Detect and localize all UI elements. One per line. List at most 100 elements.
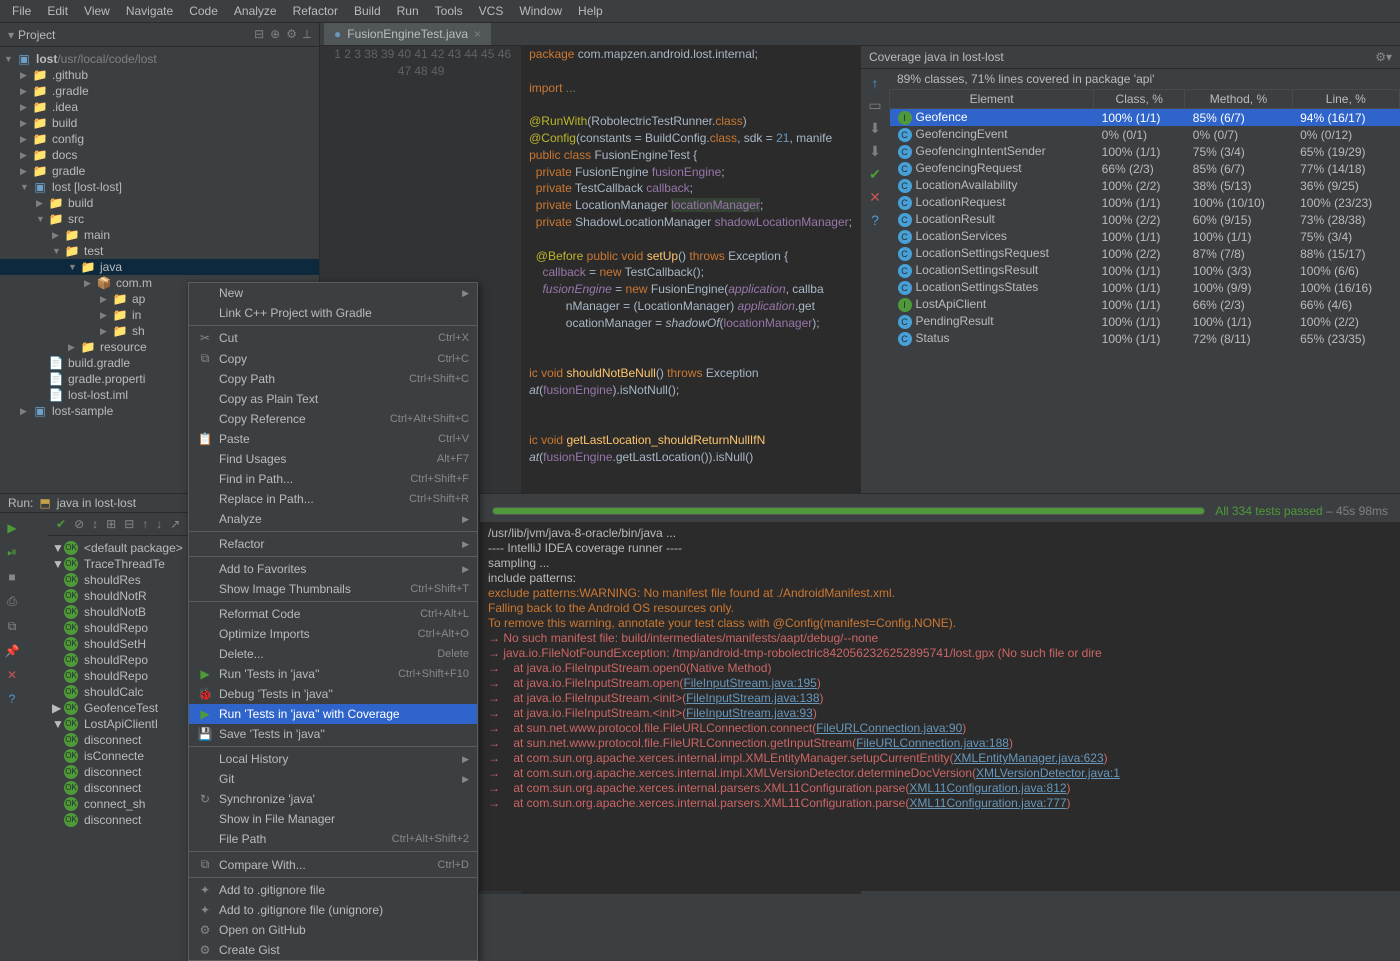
collapse-icon[interactable]: ⊟ (254, 27, 264, 42)
tree-item[interactable]: ▶📁build (0, 115, 319, 131)
coverage-row[interactable]: CLocationRequest100% (1/1)100% (10/10)10… (890, 194, 1400, 211)
hide-icon[interactable]: ⟂ (303, 27, 311, 42)
export-icon[interactable]: ⬇ (869, 120, 881, 137)
export-icon[interactable]: ↗ (170, 517, 180, 531)
tree-item[interactable]: ▶📁main (0, 227, 319, 243)
menu-item-open-on-github[interactable]: ⚙Open on GitHub (189, 920, 477, 940)
menu-item-debug-tests-in-java-[interactable]: 🐞Debug 'Tests in 'java'' (189, 684, 477, 704)
close-icon[interactable]: × (474, 27, 481, 41)
export2-icon[interactable]: ⬇ (869, 143, 881, 160)
coverage-table[interactable]: ElementClass, %Method, %Line, %IGeofence… (889, 89, 1400, 347)
tree-item[interactable]: ▶📁gradle (0, 163, 319, 179)
help-icon[interactable]: ? (9, 692, 16, 706)
stop-icon[interactable]: ■ (8, 570, 15, 584)
context-menu[interactable]: New▶Link C++ Project with Gradle ✂CutCtrl… (188, 282, 478, 961)
menu-item-cut[interactable]: ✂CutCtrl+X (189, 328, 477, 348)
menu-run[interactable]: Run (391, 2, 425, 20)
tree-item[interactable]: ▶📁.idea (0, 99, 319, 115)
menu-item-copy[interactable]: ⧉CopyCtrl+C (189, 348, 477, 369)
menu-build[interactable]: Build (348, 2, 387, 20)
menu-window[interactable]: Window (513, 2, 568, 20)
help-icon[interactable]: ? (871, 212, 879, 228)
menu-item-show-image-thumbnails[interactable]: Show Image ThumbnailsCtrl+Shift+T (189, 579, 477, 599)
filter-passed-icon[interactable]: ✔ (56, 517, 66, 531)
menu-item-synchronize-java-[interactable]: ↻Synchronize 'java' (189, 789, 477, 809)
next-icon[interactable]: ↓ (156, 517, 162, 531)
coverage-row[interactable]: CPendingResult100% (1/1)100% (1/1)100% (… (890, 313, 1400, 330)
project-dropdown-icon[interactable]: ▾ (8, 28, 14, 42)
menu-item-file-path[interactable]: File PathCtrl+Alt+Shift+2 (189, 829, 477, 849)
menu-item-save-tests-in-java-[interactable]: 💾Save 'Tests in 'java'' (189, 724, 477, 744)
gear-icon[interactable]: ⚙ (286, 27, 297, 42)
coverage-row[interactable]: CLocationSettingsStates100% (1/1)100% (9… (890, 279, 1400, 296)
coverage-row[interactable]: CGeofencingIntentSender100% (1/1)75% (3/… (890, 143, 1400, 160)
close-icon[interactable]: ✕ (7, 668, 17, 682)
filter-ignored-icon[interactable]: ⊘ (74, 517, 84, 531)
menu-item-copy-as-plain-text[interactable]: Copy as Plain Text (189, 389, 477, 409)
sort-icon[interactable]: ↕ (92, 517, 98, 531)
menu-item-delete-[interactable]: Delete...Delete (189, 644, 477, 664)
coverage-row[interactable]: IGeofence100% (1/1)85% (6/7)94% (16/17) (890, 109, 1400, 127)
tree-item[interactable]: ▼📁java (0, 259, 319, 275)
tree-item[interactable]: ▶📁.gradle (0, 83, 319, 99)
menu-item-create-gist[interactable]: ⚙Create Gist (189, 940, 477, 960)
rerun-icon[interactable]: ▶ (7, 521, 16, 535)
coverage-row[interactable]: CLocationAvailability100% (2/2)38% (5/13… (890, 177, 1400, 194)
layout-icon[interactable]: ⧉ (8, 619, 17, 634)
menu-item-copy-reference[interactable]: Copy ReferenceCtrl+Alt+Shift+C (189, 409, 477, 429)
tree-item[interactable]: ▶📁docs (0, 147, 319, 163)
coverage-row[interactable]: CGeofencingEvent0% (0/1)0% (0/7)0% (0/12… (890, 126, 1400, 143)
tick-icon[interactable]: ✔ (869, 166, 881, 183)
flat-icon[interactable]: ▭ (868, 97, 881, 114)
menu-item-local-history[interactable]: Local History▶ (189, 749, 477, 769)
menu-refactor[interactable]: Refactor (287, 2, 344, 20)
menu-item-link-c-project-with-gradle[interactable]: Link C++ Project with Gradle (189, 303, 477, 323)
tree-root[interactable]: ▼▣lost /usr/local/code/lost (0, 51, 319, 67)
coverage-row[interactable]: CLocationSettingsResult100% (1/1)100% (3… (890, 262, 1400, 279)
collapse-icon[interactable]: ⊟ (124, 517, 134, 531)
tree-item[interactable]: ▼📁src (0, 211, 319, 227)
menu-help[interactable]: Help (572, 2, 609, 20)
menu-item-optimize-imports[interactable]: Optimize ImportsCtrl+Alt+O (189, 624, 477, 644)
coverage-row[interactable]: CLocationServices100% (1/1)100% (1/1)75%… (890, 228, 1400, 245)
expand-icon[interactable]: ⊞ (106, 517, 116, 531)
menu-code[interactable]: Code (183, 2, 224, 20)
close-icon[interactable]: ✕ (869, 189, 881, 206)
menu-item-add-to-gitignore-file[interactable]: ✦Add to .gitignore file (189, 880, 477, 900)
tree-item[interactable]: ▶📁build (0, 195, 319, 211)
console-output[interactable]: /usr/lib/jvm/java-8-oracle/bin/java ...-… (480, 522, 1400, 891)
dump-icon[interactable]: ⎙ (7, 594, 17, 609)
menu-item-show-in-file-manager[interactable]: Show in File Manager (189, 809, 477, 829)
tree-item[interactable]: ▶📁config (0, 131, 319, 147)
menu-analyze[interactable]: Analyze (228, 2, 283, 20)
coverage-row[interactable]: CLocationSettingsRequest100% (2/2)87% (7… (890, 245, 1400, 262)
menu-item-add-to-favorites[interactable]: Add to Favorites▶ (189, 559, 477, 579)
coverage-row[interactable]: CGeofencingRequest66% (2/3)85% (6/7)77% … (890, 160, 1400, 177)
editor-tab-bar[interactable]: ● FusionEngineTest.java × (320, 23, 1400, 46)
menu-item-new[interactable]: New▶ (189, 283, 477, 303)
tree-item[interactable]: ▶📁.github (0, 67, 319, 83)
up-arrow-icon[interactable]: ↑ (872, 75, 879, 91)
prev-icon[interactable]: ↑ (142, 517, 148, 531)
coverage-row[interactable]: CStatus100% (1/1)72% (8/11)65% (23/35) (890, 330, 1400, 347)
gear-icon[interactable]: ⚙▾ (1375, 50, 1392, 64)
menu-item-reformat-code[interactable]: Reformat CodeCtrl+Alt+L (189, 604, 477, 624)
menu-item-add-to-gitignore-file-unignore-[interactable]: ✦Add to .gitignore file (unignore) (189, 900, 477, 920)
tree-item[interactable]: ▼▣lost [lost-lost] (0, 179, 319, 195)
menu-edit[interactable]: Edit (41, 2, 74, 20)
menu-item-replace-in-path-[interactable]: Replace in Path...Ctrl+Shift+R (189, 489, 477, 509)
menubar[interactable]: FileEditViewNavigateCodeAnalyzeRefactorB… (0, 0, 1400, 23)
menu-item-compare-with-[interactable]: ⧉Compare With...Ctrl+D (189, 854, 477, 875)
editor-tab[interactable]: ● FusionEngineTest.java × (324, 23, 491, 45)
menu-item-analyze[interactable]: Analyze▶ (189, 509, 477, 529)
menu-item-copy-path[interactable]: Copy PathCtrl+Shift+C (189, 369, 477, 389)
menu-item-run-tests-in-java-with-coverage[interactable]: ▶Run 'Tests in 'java'' with Coverage (189, 704, 477, 724)
menu-tools[interactable]: Tools (429, 2, 469, 20)
menu-file[interactable]: File (6, 2, 37, 20)
rerun-cov-icon[interactable]: ⏯ (7, 545, 17, 560)
target-icon[interactable]: ⊕ (270, 27, 280, 42)
menu-navigate[interactable]: Navigate (120, 2, 179, 20)
coverage-row[interactable]: ILostApiClient100% (1/1)66% (2/3)66% (4/… (890, 296, 1400, 313)
menu-item-run-tests-in-java-[interactable]: ▶Run 'Tests in 'java''Ctrl+Shift+F10 (189, 664, 477, 684)
menu-item-paste[interactable]: 📋PasteCtrl+V (189, 429, 477, 449)
